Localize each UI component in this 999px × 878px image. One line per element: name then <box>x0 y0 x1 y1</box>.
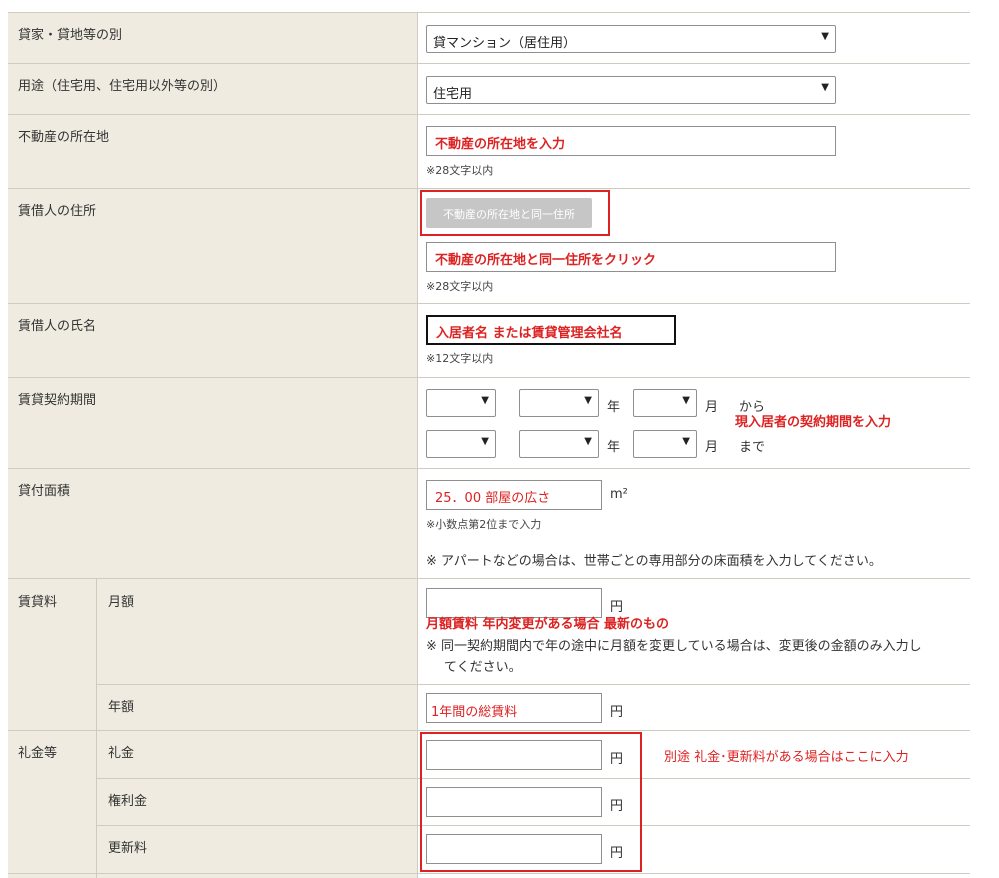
yearly-rent-input-value: 1年間の総賃料 <box>431 705 518 720</box>
year-unit: 年 <box>607 400 621 415</box>
chevron-down-icon: ▼ <box>481 436 489 447</box>
label-location: 不動産の所在地 <box>18 130 110 145</box>
tenant-name-input-value: 入居者名 または賃貸管理会社名 <box>436 326 623 341</box>
row-divider <box>8 730 970 731</box>
deposit-annotation: 別途 礼金･更新料がある場合はここに入力 <box>664 750 909 765</box>
usage-value: 住宅用 <box>433 87 473 102</box>
property-type-value: 貸マンション（居住用） <box>433 36 577 51</box>
row-divider <box>8 114 970 115</box>
column-divider <box>417 12 418 878</box>
chevron-down-icon: ▼ <box>821 82 829 93</box>
column-divider <box>96 579 97 878</box>
location-note: ※28文字以内 <box>426 164 494 177</box>
label-area: 貸付面積 <box>18 484 71 499</box>
location-input[interactable]: 不動産の所在地を入力 <box>426 126 836 156</box>
chevron-down-icon: ▼ <box>682 395 690 406</box>
period-start-year-select[interactable]: ▼ <box>519 389 599 417</box>
label-deposit: 礼金等 <box>18 746 58 761</box>
label-renewal-fee: 更新料 <box>108 841 148 856</box>
period-start-month-select[interactable]: ▼ <box>633 389 697 417</box>
yen-unit: 円 <box>610 799 624 814</box>
period-end-era-select[interactable]: ▼ <box>426 430 496 458</box>
label-monthly: 月額 <box>108 595 135 610</box>
rent-note-line2: てください。 <box>444 660 522 675</box>
row-divider <box>8 303 970 304</box>
period-annotation: 現入居者の契約期間を入力 <box>735 415 892 430</box>
row-divider <box>8 188 970 189</box>
tenant-name-note: ※12文字以内 <box>426 352 494 365</box>
key-money-input[interactable] <box>426 740 602 770</box>
label-column-sub-bg <box>96 579 417 878</box>
to-label: まで <box>739 440 766 455</box>
area-note-apartment: ※ アパートなどの場合は、世帯ごとの専用部分の床面積を入力してください。 <box>426 554 882 569</box>
chevron-down-icon: ▼ <box>682 436 690 447</box>
tenant-name-input[interactable]: 入居者名 または賃貸管理会社名 <box>426 315 676 345</box>
tenant-address-input[interactable]: 不動産の所在地と同一住所をクリック <box>426 242 836 272</box>
month-unit: 月 <box>705 440 719 455</box>
row-divider <box>96 684 970 685</box>
label-usage: 用途（住宅用、住宅用以外等の別） <box>18 79 227 94</box>
area-input[interactable]: 25．00 部屋の広さ <box>426 480 602 510</box>
row-divider <box>8 377 970 378</box>
chevron-down-icon: ▼ <box>821 31 829 42</box>
row-divider <box>8 12 970 13</box>
yen-unit: 円 <box>610 705 624 720</box>
chevron-down-icon: ▼ <box>481 395 489 406</box>
period-end-month-select[interactable]: ▼ <box>633 430 697 458</box>
label-tenant-name: 賃借人の氏名 <box>18 319 97 334</box>
rent-note-line1: ※ 同一契約期間内で年の途中に月額を変更している場合は、変更後の金額のみ入力し <box>426 639 922 654</box>
row-divider <box>8 578 970 579</box>
label-premium: 権利金 <box>108 794 148 809</box>
area-input-value: 25．00 部屋の広さ <box>435 491 551 506</box>
label-contract-period: 賃貸契約期間 <box>18 393 97 408</box>
property-type-select[interactable]: 貸マンション（居住用） ▼ <box>426 25 836 53</box>
year-unit: 年 <box>607 440 621 455</box>
area-unit: m² <box>610 487 628 502</box>
row-divider <box>8 873 970 874</box>
premium-input[interactable] <box>426 787 602 817</box>
same-address-button-label: 不動産の所在地と同一住所 <box>443 208 575 221</box>
yen-unit: 円 <box>610 846 624 861</box>
usage-select[interactable]: 住宅用 ▼ <box>426 76 836 104</box>
chevron-down-icon: ▼ <box>584 395 592 406</box>
row-divider <box>8 468 970 469</box>
tenant-address-input-value: 不動産の所在地と同一住所をクリック <box>435 253 657 268</box>
period-end-year-select[interactable]: ▼ <box>519 430 599 458</box>
area-note: ※小数点第2位まで入力 <box>426 518 542 531</box>
period-start-era-select[interactable]: ▼ <box>426 389 496 417</box>
same-address-button[interactable]: 不動産の所在地と同一住所 <box>426 198 592 228</box>
label-key-money: 礼金 <box>108 746 135 761</box>
rent-annotation: 月額賃料 年内変更がある場合 最新のもの <box>426 617 670 632</box>
tenant-address-note: ※28文字以内 <box>426 280 494 293</box>
label-yearly: 年額 <box>108 700 135 715</box>
row-divider <box>8 63 970 64</box>
label-tenant-address: 賃借人の住所 <box>18 204 97 219</box>
location-input-value: 不動産の所在地を入力 <box>435 137 566 152</box>
month-unit: 月 <box>705 400 719 415</box>
yen-unit: 円 <box>610 752 624 767</box>
chevron-down-icon: ▼ <box>584 436 592 447</box>
label-rent: 賃貸料 <box>18 595 58 610</box>
renewal-fee-input[interactable] <box>426 834 602 864</box>
label-property-type: 貸家・貸地等の別 <box>18 28 123 43</box>
label-column-group-bg <box>8 579 96 878</box>
yearly-rent-input[interactable]: 1年間の総賃料 <box>426 693 602 723</box>
